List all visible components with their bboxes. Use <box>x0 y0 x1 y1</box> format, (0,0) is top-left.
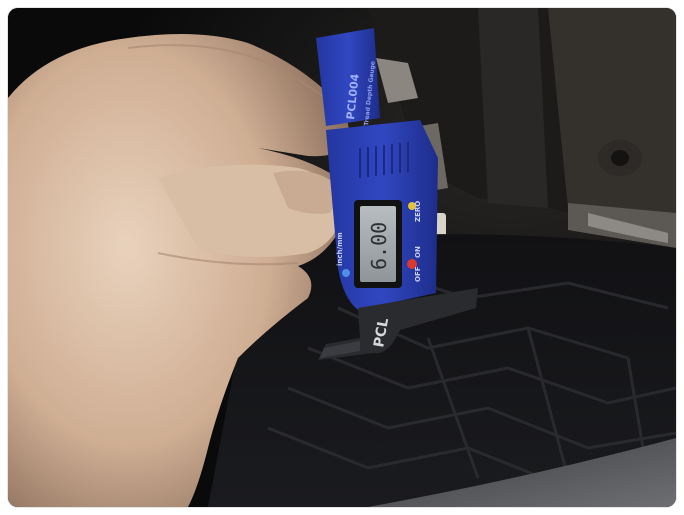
off-label: OFF <box>414 266 422 282</box>
unit-label: inch/mm <box>336 232 344 266</box>
gauge-slider-top: PCL004 Tread Depth Gauge <box>316 28 380 126</box>
gauge-grip <box>359 142 409 178</box>
photo-scene: PCL004 Tread Depth Gauge 6.00 ZERO ON OF… <box>8 8 676 507</box>
on-label: ON <box>414 246 422 258</box>
lcd-reading: 6.00 <box>367 222 391 270</box>
photo-frame: PCL004 Tread Depth Gauge 6.00 ZERO ON OF… <box>8 8 676 507</box>
zero-label: ZERO <box>414 201 422 222</box>
unit-button[interactable] <box>342 269 350 277</box>
